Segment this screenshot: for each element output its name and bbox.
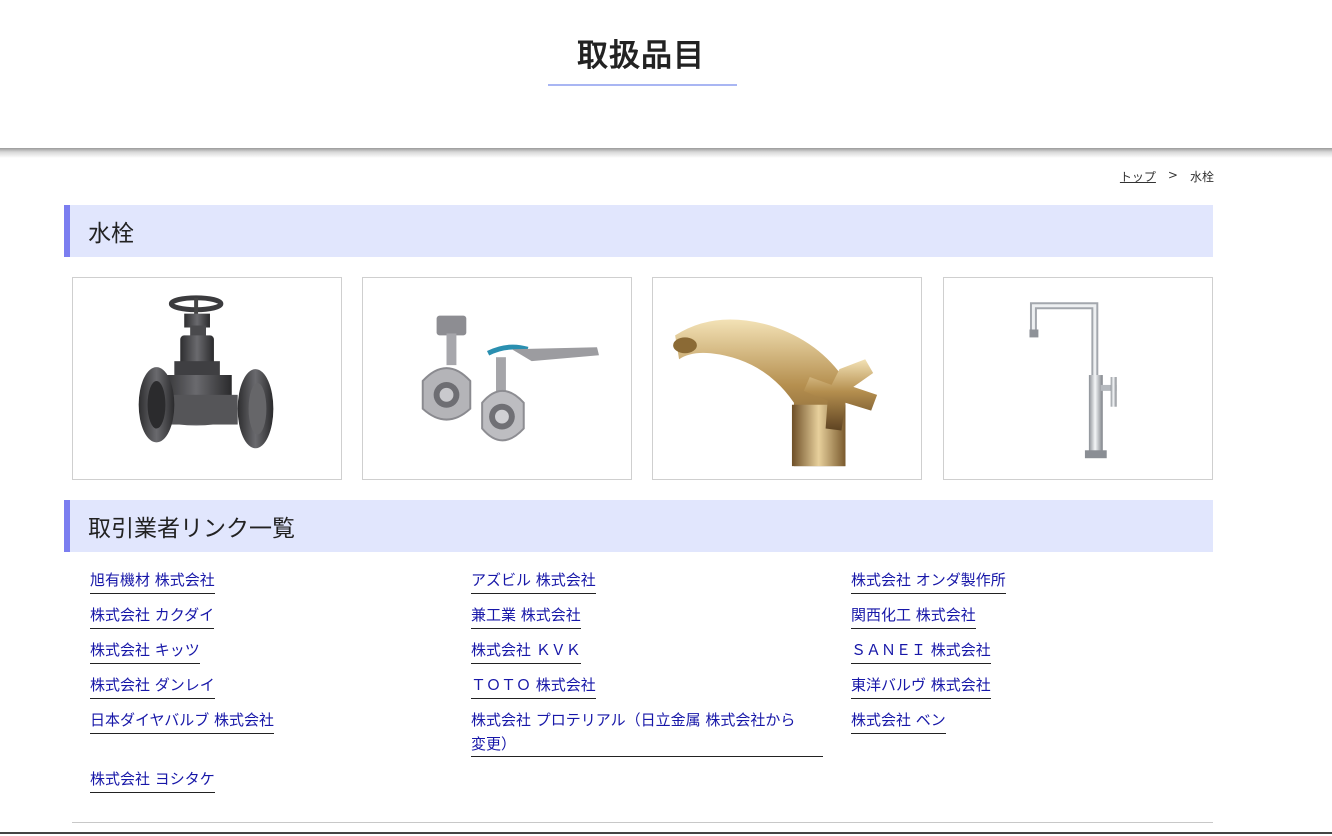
- product-card-gold-faucet[interactable]: [652, 277, 922, 480]
- gate-valve-image: [138, 295, 274, 449]
- breadcrumb: トップ > 水栓: [1120, 168, 1214, 185]
- page-title: 取扱品目: [577, 38, 705, 74]
- product-card-gate-valve[interactable]: [72, 277, 342, 480]
- breadcrumb-home-link[interactable]: トップ: [1120, 168, 1156, 185]
- product-card-chrome-faucet[interactable]: [943, 277, 1213, 480]
- vendor-link[interactable]: 株式会社 ダンレイ: [90, 673, 215, 699]
- vendor-link[interactable]: アズビル 株式会社: [471, 568, 596, 594]
- vendor-link-multiline[interactable]: 株式会社 プロテリアル（日立金属 株式会社から 変更）: [471, 708, 823, 758]
- vendor-link-line-2: 変更）: [471, 732, 823, 757]
- vendor-link[interactable]: 株式会社 ＫＶＫ: [471, 638, 581, 664]
- gold-faucet-image: [673, 319, 878, 467]
- breadcrumb-separator: >: [1167, 168, 1178, 182]
- vendor-link[interactable]: 旭有機材 株式会社: [90, 568, 215, 594]
- footer-divider: [72, 822, 1213, 823]
- breadcrumb-current: 水栓: [1189, 170, 1214, 184]
- vendor-link[interactable]: 株式会社 オンダ製作所: [851, 568, 1006, 594]
- section-heading-faucets: 水栓: [64, 205, 1213, 257]
- header-shadow: [0, 148, 1332, 158]
- title-underline: [548, 84, 737, 86]
- chrome-faucet-image: [1029, 302, 1117, 459]
- vendor-link[interactable]: 東洋バルヴ 株式会社: [851, 673, 991, 699]
- vendor-link[interactable]: 関西化工 株式会社: [851, 603, 976, 629]
- vendor-link[interactable]: ＴＯＴＯ 株式会社: [471, 673, 596, 699]
- vendor-link[interactable]: 株式会社 ベン: [851, 708, 946, 734]
- butterfly-valve-image: [421, 315, 599, 442]
- vendor-link[interactable]: 株式会社 カクダイ: [90, 603, 215, 629]
- page-header: 取扱品目: [0, 0, 1332, 148]
- page-bottom-border: [0, 832, 1332, 834]
- section-heading-vendor-links: 取引業者リンク一覧: [64, 500, 1213, 552]
- vendor-link-line-1: 株式会社 プロテリアル（日立金属 株式会社から: [471, 711, 796, 729]
- product-card-butterfly-valve[interactable]: [362, 277, 632, 480]
- vendor-link[interactable]: 兼工業 株式会社: [471, 603, 581, 629]
- product-gallery: [72, 277, 1213, 480]
- vendor-link[interactable]: 日本ダイヤバルブ 株式会社: [90, 708, 275, 734]
- vendor-link[interactable]: 株式会社 ヨシタケ: [90, 767, 215, 793]
- vendor-link[interactable]: 株式会社 キッツ: [90, 638, 200, 664]
- vendor-link[interactable]: ＳＡＮＥＩ 株式会社: [851, 638, 991, 664]
